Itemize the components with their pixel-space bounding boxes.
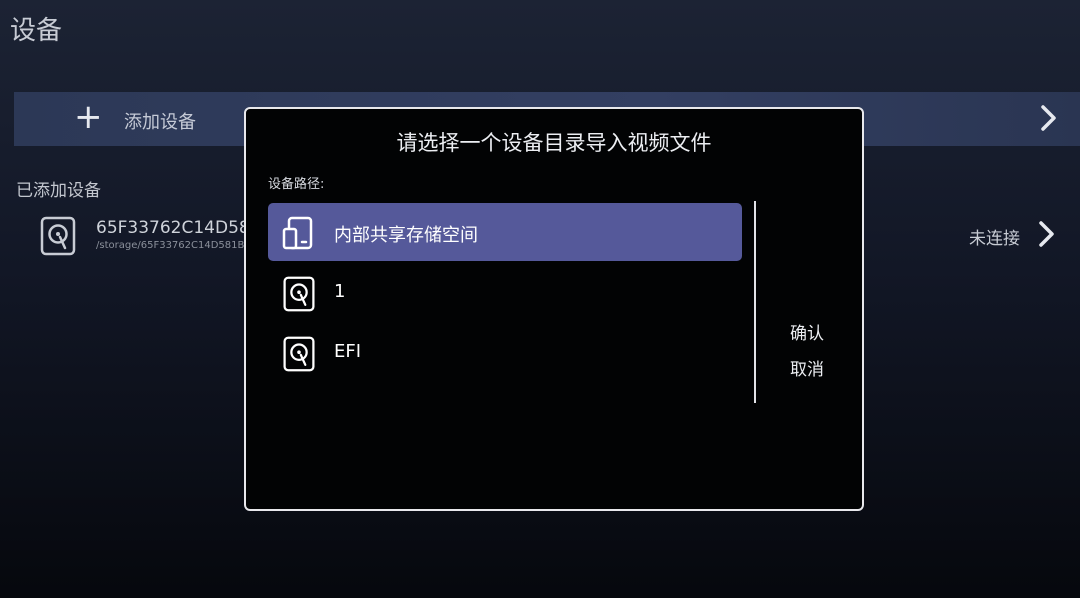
dialog-item-label: 1 xyxy=(334,281,346,302)
dialog-item-label: 内部共享存储空间 xyxy=(334,225,478,246)
chevron-right-icon xyxy=(1040,104,1058,136)
plus-icon: + xyxy=(74,97,103,137)
added-devices-heading: 已添加设备 xyxy=(16,181,101,201)
hard-drive-icon xyxy=(40,216,76,260)
dialog-item-label: EFI xyxy=(334,341,362,362)
hard-drive-icon xyxy=(282,336,316,376)
select-directory-dialog: 请选择一个设备目录导入视频文件 设备路径: 内部共享存储空间 1 EFI 确认 … xyxy=(244,107,864,511)
confirm-button[interactable]: 确认 xyxy=(790,319,824,344)
hard-drive-icon xyxy=(282,276,316,316)
add-device-label: 添加设备 xyxy=(124,112,196,133)
dialog-item-efi[interactable]: EFI xyxy=(268,323,742,381)
dialog-title: 请选择一个设备目录导入视频文件 xyxy=(396,131,712,155)
device-status: 未连接 xyxy=(969,229,1020,249)
device-path: /storage/65F33762C14D581B xyxy=(96,240,245,251)
cancel-button[interactable]: 取消 xyxy=(790,355,824,380)
page-title: 设备 xyxy=(10,16,63,46)
chevron-right-icon xyxy=(1038,220,1056,252)
phone-storage-icon xyxy=(282,216,316,254)
dialog-divider xyxy=(754,201,756,403)
dialog-item-internal-storage[interactable]: 内部共享存储空间 xyxy=(268,203,742,261)
dialog-item-1[interactable]: 1 xyxy=(268,263,742,321)
device-path-label: 设备路径: xyxy=(268,177,325,192)
